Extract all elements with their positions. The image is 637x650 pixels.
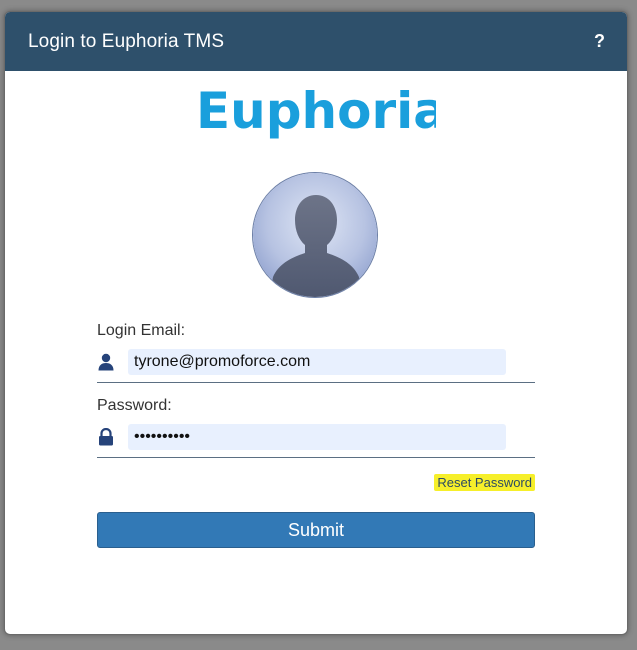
email-row <box>97 349 535 383</box>
user-silhouette-icon <box>253 173 377 297</box>
login-form: Login Email: Password: Reset Password Su… <box>97 322 535 548</box>
dialog-title: Login to Euphoria TMS <box>28 30 225 52</box>
logo-wordmark: Euphoria <box>196 84 436 140</box>
password-field[interactable] <box>128 424 506 450</box>
password-label: Password: <box>97 397 172 414</box>
email-label: Login Email: <box>97 322 186 339</box>
login-dialog: Login to Euphoria TMS ? Euphoria Login E… <box>4 11 628 635</box>
euphoria-logo-image: Euphoria <box>196 84 436 140</box>
password-row <box>97 424 535 458</box>
reset-password-link[interactable]: Reset Password <box>434 474 535 491</box>
submit-button[interactable]: Submit <box>97 512 535 548</box>
avatar <box>252 172 378 298</box>
dialog-titlebar: Login to Euphoria TMS ? <box>5 12 627 71</box>
help-button[interactable]: ? <box>594 31 605 52</box>
lock-icon <box>97 424 128 450</box>
euphoria-logo: Euphoria <box>5 84 627 144</box>
user-icon <box>97 349 128 375</box>
email-field[interactable] <box>128 349 506 375</box>
